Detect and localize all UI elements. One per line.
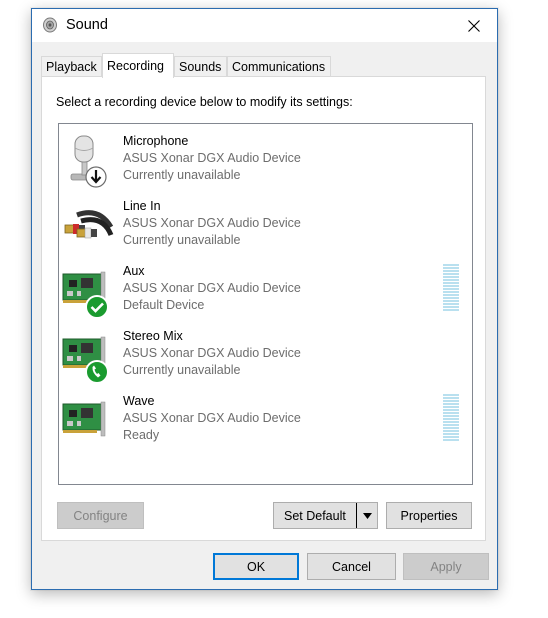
sound-dialog: Sound Playback Recording Sounds Communic… — [31, 8, 498, 590]
device-status: Ready — [123, 428, 160, 442]
speaker-icon — [43, 17, 57, 33]
properties-button[interactable]: Properties — [386, 502, 472, 529]
microphone-icon — [70, 135, 107, 188]
device-status: Currently unavailable — [123, 233, 241, 247]
chevron-down-icon — [362, 512, 372, 519]
device-driver: ASUS Xonar DGX Audio Device — [123, 411, 301, 425]
ok-button[interactable]: OK — [213, 553, 299, 580]
recording-panel: Select a recording device below to modif… — [41, 76, 486, 541]
sound-card-icon — [62, 401, 106, 437]
device-driver: ASUS Xonar DGX Audio Device — [123, 281, 301, 295]
device-wave[interactable]: Wave ASUS Xonar DGX Audio Device Ready — [59, 394, 472, 454]
set-default-button[interactable]: Set Default — [273, 502, 378, 529]
title-bar[interactable]: Sound — [32, 9, 497, 42]
device-stereo-mix[interactable]: Stereo Mix ASUS Xonar DGX Audio Device C… — [59, 329, 472, 389]
device-name: Microphone — [123, 134, 189, 148]
configure-button[interactable]: Configure — [57, 502, 144, 529]
instruction-text: Select a recording device below to modif… — [56, 95, 353, 109]
tab-sounds[interactable]: Sounds — [174, 56, 227, 76]
apply-button[interactable]: Apply — [403, 553, 489, 580]
close-button[interactable] — [451, 9, 497, 42]
device-name: Stereo Mix — [123, 329, 183, 343]
tab-playback[interactable]: Playback — [41, 56, 102, 76]
tab-communications[interactable]: Communications — [227, 56, 331, 76]
window-title: Sound — [66, 17, 108, 33]
set-default-dropdown[interactable] — [356, 503, 377, 528]
set-default-label: Set Default — [284, 508, 346, 523]
level-meter — [443, 264, 459, 314]
tab-recording[interactable]: Recording — [102, 53, 174, 78]
device-status: Currently unavailable — [123, 168, 241, 182]
device-status: Currently unavailable — [123, 363, 241, 377]
rca-cable-icon — [64, 210, 114, 239]
device-driver: ASUS Xonar DGX Audio Device — [123, 151, 301, 165]
device-aux[interactable]: Aux ASUS Xonar DGX Audio Device Default … — [59, 264, 472, 324]
cancel-button[interactable]: Cancel — [307, 553, 396, 580]
device-status: Default Device — [123, 298, 205, 312]
sound-card-icon — [62, 336, 109, 384]
device-list[interactable]: Microphone ASUS Xonar DGX Audio Device C… — [58, 123, 473, 485]
sound-card-icon — [62, 271, 109, 319]
device-name: Wave — [123, 394, 155, 408]
close-icon — [468, 19, 480, 32]
device-name: Aux — [123, 264, 145, 278]
device-driver: ASUS Xonar DGX Audio Device — [123, 216, 301, 230]
device-microphone[interactable]: Microphone ASUS Xonar DGX Audio Device C… — [59, 134, 472, 194]
device-name: Line In — [123, 199, 161, 213]
level-meter — [443, 394, 459, 444]
device-driver: ASUS Xonar DGX Audio Device — [123, 346, 301, 360]
device-line-in[interactable]: Line In ASUS Xonar DGX Audio Device Curr… — [59, 199, 472, 259]
